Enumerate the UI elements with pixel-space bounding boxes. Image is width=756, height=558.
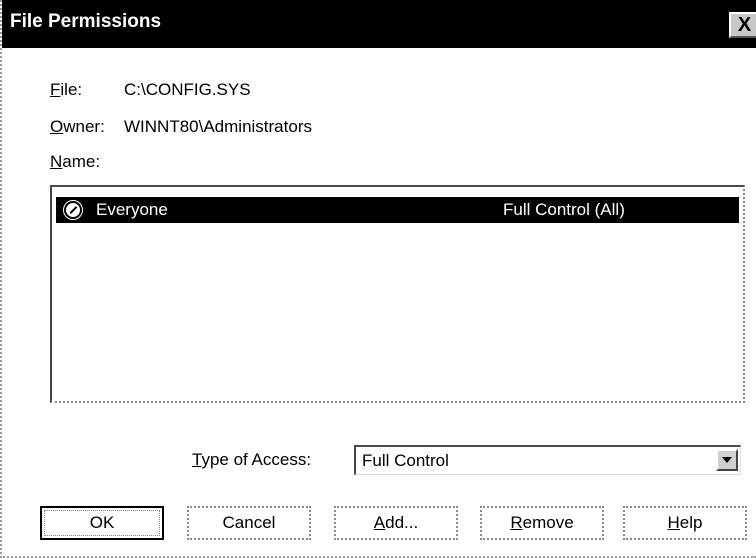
permission-access: Full Control (All)	[503, 200, 625, 219]
globe-icon	[63, 200, 83, 220]
permissions-list[interactable]: Everyone Full Control (All)	[50, 185, 745, 403]
add-button[interactable]: Add...	[334, 506, 458, 540]
type-of-access-value: Full Control	[362, 451, 449, 470]
help-button[interactable]: Help	[623, 506, 747, 540]
close-button[interactable]: X	[729, 12, 756, 38]
close-icon: X	[737, 14, 752, 36]
file-value: C:\CONFIG.SYS	[124, 80, 251, 99]
type-of-access-label: Type of Access:	[192, 450, 312, 469]
remove-button-label: Remove	[510, 513, 574, 532]
file-permissions-dialog: File Permissions X File: C:\CONFIG.SYS O…	[0, 0, 756, 558]
list-item[interactable]: Everyone Full Control (All)	[56, 197, 739, 223]
owner-value: WINNT80\Administrators	[124, 117, 312, 136]
title-bar[interactable]: File Permissions X	[2, 0, 756, 48]
ok-button-label: OK	[89, 513, 115, 532]
add-button-label: Add...	[373, 513, 419, 532]
ok-button[interactable]: OK	[40, 506, 164, 540]
help-button-label: Help	[667, 513, 703, 532]
chevron-down-icon[interactable]	[716, 449, 738, 471]
type-of-access-select[interactable]: Full Control	[354, 445, 741, 475]
cancel-button-label: Cancel	[222, 513, 276, 532]
name-label: Name:	[50, 152, 101, 171]
window-title: File Permissions	[10, 11, 162, 32]
cancel-button[interactable]: Cancel	[187, 506, 311, 540]
file-label: File:	[50, 80, 83, 99]
owner-label: Owner:	[50, 117, 105, 136]
remove-button[interactable]: Remove	[480, 506, 604, 540]
permission-name: Everyone	[96, 200, 168, 219]
